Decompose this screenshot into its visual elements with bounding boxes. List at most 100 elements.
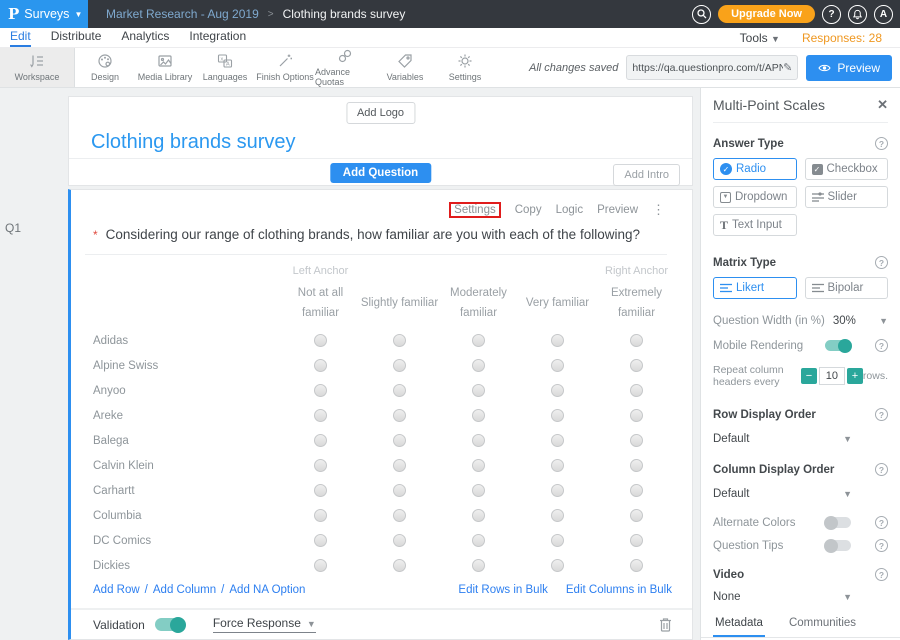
radio-option[interactable] [314, 434, 327, 447]
row-label[interactable]: Dickies [85, 560, 281, 572]
radio-option[interactable] [393, 359, 406, 372]
radio-option[interactable] [551, 534, 564, 547]
radio-option[interactable] [393, 534, 406, 547]
column-header[interactable]: Extremely familiar [597, 284, 676, 323]
radio-option[interactable] [472, 409, 485, 422]
right-anchor-label[interactable]: Right Anchor [597, 265, 676, 277]
tab-distribute[interactable]: Distribute [51, 29, 102, 47]
add-column-link[interactable]: Add Column [153, 584, 216, 596]
matrix-type-likert[interactable]: Likert [713, 277, 797, 299]
radio-option[interactable] [314, 559, 327, 572]
search-button[interactable] [692, 5, 711, 24]
row-label[interactable]: Calvin Klein [85, 460, 281, 472]
radio-option[interactable] [472, 509, 485, 522]
repeat-headers-value[interactable]: 10 [819, 367, 845, 385]
increment-button[interactable]: + [847, 368, 863, 384]
question-settings-link[interactable]: Settings [449, 202, 501, 218]
radio-option[interactable] [551, 484, 564, 497]
answer-type-checkbox[interactable]: ✓ Checkbox [805, 158, 889, 180]
row-label[interactable]: Alpine Swiss [85, 360, 281, 372]
column-header[interactable]: Slightly familiar [360, 294, 439, 314]
radio-option[interactable] [472, 359, 485, 372]
radio-option[interactable] [630, 334, 643, 347]
add-na-option-link[interactable]: Add NA Option [229, 584, 305, 596]
radio-option[interactable] [630, 559, 643, 572]
row-label[interactable]: Anyoo [85, 385, 281, 397]
radio-option[interactable] [393, 559, 406, 572]
responses-count[interactable]: Responses: 28 [802, 31, 882, 45]
column-header[interactable]: Very familiar [518, 294, 597, 314]
radio-option[interactable] [551, 409, 564, 422]
radio-option[interactable] [314, 534, 327, 547]
left-anchor-label[interactable]: Left Anchor [281, 265, 360, 277]
breadcrumb-folder[interactable]: Market Research - Aug 2019 [106, 7, 259, 21]
toolbar-item-advance-quotas[interactable]: Advance Quotas [315, 48, 375, 87]
radio-option[interactable] [630, 409, 643, 422]
question-logic-link[interactable]: Logic [556, 204, 584, 216]
answer-type-dropdown[interactable]: ▼ Dropdown [713, 186, 797, 208]
toolbar-item-workspace[interactable]: Workspace [0, 48, 75, 87]
notifications-button[interactable] [848, 5, 867, 24]
question-copy-link[interactable]: Copy [515, 204, 542, 216]
toolbar-item-finish-options[interactable]: Finish Options [255, 48, 315, 87]
row-label[interactable]: Carhartt [85, 485, 281, 497]
tab-communities[interactable]: Communities [787, 617, 858, 637]
toolbar-item-media-library[interactable]: Media Library [135, 48, 195, 87]
tab-edit[interactable]: Edit [10, 29, 31, 47]
radio-option[interactable] [630, 359, 643, 372]
user-avatar[interactable]: A [874, 5, 893, 24]
radio-option[interactable] [472, 334, 485, 347]
add-intro-button[interactable]: Add Intro [613, 164, 680, 186]
surveys-product-switcher[interactable]: P Surveys ▼ [0, 0, 88, 28]
radio-option[interactable] [393, 484, 406, 497]
radio-option[interactable] [393, 409, 406, 422]
tab-analytics[interactable]: Analytics [121, 29, 169, 47]
radio-option[interactable] [393, 334, 406, 347]
radio-option[interactable] [314, 509, 327, 522]
video-dropdown[interactable]: None ▼ [713, 591, 888, 603]
toolbar-item-settings[interactable]: Settings [435, 48, 495, 87]
response-mode-dropdown[interactable]: Force Response▼ [213, 616, 316, 633]
question-text-row[interactable]: *Considering our range of clothing brand… [85, 227, 667, 255]
radio-option[interactable] [314, 409, 327, 422]
close-panel-icon[interactable]: ✕ [877, 97, 888, 113]
matrix-type-bipolar[interactable]: Bipolar [805, 277, 889, 299]
radio-option[interactable] [630, 509, 643, 522]
question-preview-link[interactable]: Preview [597, 204, 638, 216]
survey-url-field[interactable]: https://qa.questionpro.com/t/APNrFZfQ ✎ [626, 55, 798, 80]
toolbar-item-variables[interactable]: Variables [375, 48, 435, 87]
radio-option[interactable] [393, 434, 406, 447]
toolbar-item-design[interactable]: Design [75, 48, 135, 87]
question-width-dropdown[interactable]: 30% ▼ [833, 315, 888, 327]
delete-question-button[interactable] [659, 617, 672, 632]
add-logo-button[interactable]: Add Logo [346, 102, 415, 124]
row-display-order-dropdown[interactable]: Default ▼ [713, 433, 888, 445]
help-icon[interactable]: ? [875, 408, 888, 421]
decrement-button[interactable]: − [801, 368, 817, 384]
question-tips-toggle[interactable] [825, 540, 851, 551]
preview-button[interactable]: Preview [806, 55, 892, 81]
help-icon[interactable]: ? [875, 516, 888, 529]
validation-toggle[interactable] [155, 618, 185, 631]
mobile-rendering-toggle[interactable] [825, 340, 851, 351]
question-more-menu-icon[interactable]: ⋮ [652, 202, 664, 218]
answer-type-radio[interactable]: ✓ Radio [713, 158, 797, 180]
help-icon[interactable]: ? [875, 568, 888, 581]
tab-integration[interactable]: Integration [189, 29, 246, 47]
radio-option[interactable] [314, 459, 327, 472]
column-header[interactable]: Moderately familiar [439, 284, 518, 323]
radio-option[interactable] [393, 384, 406, 397]
row-label[interactable]: Areke [85, 410, 281, 422]
radio-option[interactable] [472, 384, 485, 397]
answer-type-slider[interactable]: Slider [805, 186, 889, 208]
toolbar-item-languages[interactable]: xA Languages [195, 48, 255, 87]
row-label[interactable]: Balega [85, 435, 281, 447]
help-icon[interactable]: ? [875, 463, 888, 476]
help-icon[interactable]: ? [875, 137, 888, 150]
survey-title[interactable]: Clothing brands survey [91, 131, 296, 154]
help-icon[interactable]: ? [875, 339, 888, 352]
radio-option[interactable] [551, 359, 564, 372]
radio-option[interactable] [630, 434, 643, 447]
tab-metadata[interactable]: Metadata [713, 617, 765, 637]
tools-menu[interactable]: Tools ▼ [740, 31, 780, 45]
